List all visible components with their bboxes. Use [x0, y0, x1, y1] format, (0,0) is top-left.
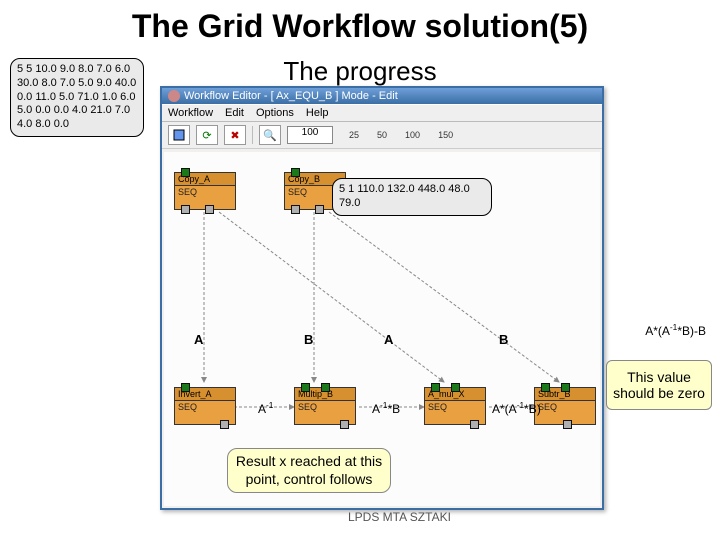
matrix-b-callout: 5 1 110.0 132.0 448.0 48.0 79.0 — [332, 178, 492, 216]
label-eq-right: A*(A-1*B)-B — [645, 322, 706, 338]
save-button[interactable] — [168, 125, 190, 145]
zoom-input[interactable]: 100 — [287, 126, 333, 144]
label-a-ainvb: A*(A-1*B) — [492, 400, 541, 416]
slide-title: The Grid Workflow solution(5) — [0, 8, 720, 45]
window-title: Workflow Editor - [ Ax_EQU_B ] Mode - Ed… — [184, 90, 398, 102]
scale-150: 150 — [438, 130, 453, 140]
label-a: A — [194, 332, 203, 347]
delete-button[interactable]: ✖ — [224, 125, 246, 145]
menu-edit[interactable]: Edit — [225, 107, 244, 119]
workflow-editor-window: Workflow Editor - [ Ax_EQU_B ] Mode - Ed… — [160, 86, 604, 510]
node-multip-b-sub: SEQ — [295, 401, 355, 413]
scale-100: 100 — [405, 130, 420, 140]
refresh-button[interactable]: ⟳ — [196, 125, 218, 145]
scale-50: 50 — [377, 130, 387, 140]
zero-callout: This value should be zero — [606, 360, 712, 410]
menu-options[interactable]: Options — [256, 107, 294, 119]
node-copy-a-sub: SEQ — [175, 186, 235, 198]
label-a2: A — [384, 332, 393, 347]
label-ainv: A-1 — [258, 400, 273, 416]
menu-workflow[interactable]: Workflow — [168, 107, 213, 119]
label-b: B — [304, 332, 313, 347]
node-multip-b[interactable]: Multip_B SEQ — [294, 387, 356, 425]
node-a-mul-x-sub: SEQ — [425, 401, 485, 413]
node-invert-a[interactable]: Invert_A SEQ — [174, 387, 236, 425]
java-icon — [168, 90, 180, 102]
matrix-a-callout: 5 5 10.0 9.0 8.0 7.0 6.0 30.0 8.0 7.0 5.… — [10, 58, 144, 137]
scale-25: 25 — [349, 130, 359, 140]
node-subtr-b-sub: SEQ — [535, 401, 595, 413]
toolbar: ⟳ ✖ 🔍 100 25 50 100 150 — [162, 122, 602, 149]
footer-text: LPDS MTA SZTAKI — [348, 510, 451, 524]
zoom-out-button[interactable]: 🔍 — [259, 125, 281, 145]
menu-help[interactable]: Help — [306, 107, 329, 119]
node-subtr-b[interactable]: Subtr_B SEQ — [534, 387, 596, 425]
node-invert-a-sub: SEQ — [175, 401, 235, 413]
node-a-mul-x[interactable]: A_mul_X SEQ — [424, 387, 486, 425]
slide-subtitle: The progress — [283, 56, 436, 87]
node-copy-a[interactable]: Copy_A SEQ — [174, 172, 236, 210]
window-titlebar: Workflow Editor - [ Ax_EQU_B ] Mode - Ed… — [162, 88, 602, 104]
label-b2: B — [499, 332, 508, 347]
label-ainvb: A-1*B — [372, 400, 400, 416]
menubar: Workflow Edit Options Help — [162, 104, 602, 122]
result-callout: Result x reached at this point, control … — [227, 448, 391, 493]
